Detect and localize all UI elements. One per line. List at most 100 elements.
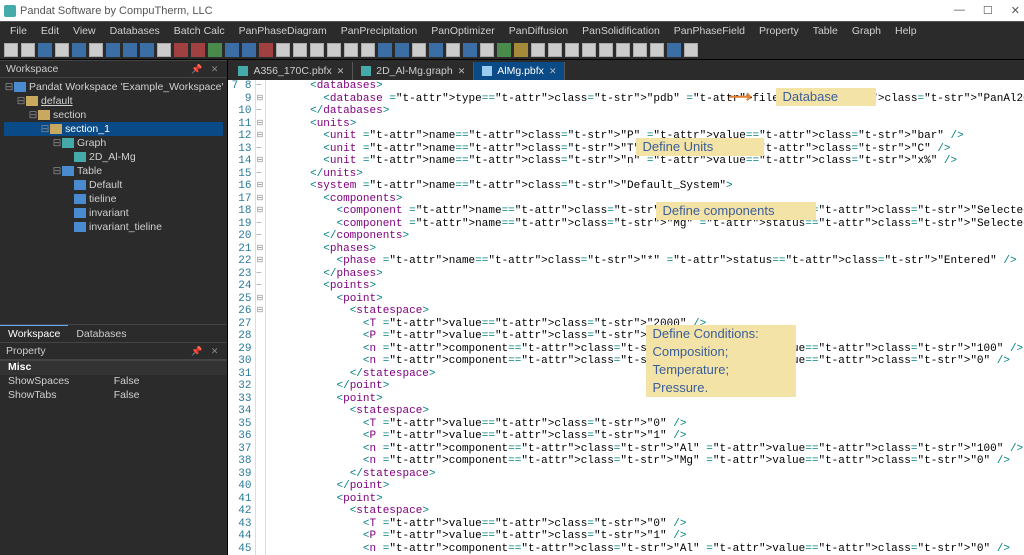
menu-panphasediagram[interactable]: PanPhaseDiagram xyxy=(233,23,333,39)
tree-graph-2dalMg[interactable]: 2D_Al-Mg xyxy=(89,151,136,163)
tree-table-invariant[interactable]: invariant xyxy=(89,207,129,219)
toolbar-button[interactable] xyxy=(633,43,647,57)
tree-table-invtieline[interactable]: invariant_tieline xyxy=(89,221,162,233)
tab-close-icon[interactable]: ✕ xyxy=(458,66,466,77)
toolbar-button[interactable] xyxy=(55,43,69,57)
minimize-button[interactable]: — xyxy=(954,4,965,17)
menu-property[interactable]: Property xyxy=(753,23,805,39)
toolbar-button[interactable] xyxy=(327,43,341,57)
panel-pin-icon[interactable]: 📌 ✕ xyxy=(191,64,221,75)
file-icon xyxy=(361,66,371,76)
panel-pin-icon[interactable]: 📌 ✕ xyxy=(191,346,221,357)
menu-pandiffusion[interactable]: PanDiffusion xyxy=(503,23,574,39)
menu-panprecipitation[interactable]: PanPrecipitation xyxy=(335,23,423,39)
menu-graph[interactable]: Graph xyxy=(846,23,887,39)
editor-tab[interactable]: A356_170C.pbfx✕ xyxy=(230,62,353,80)
prop-value[interactable]: False xyxy=(114,389,228,403)
tree-graph[interactable]: Graph xyxy=(77,137,106,149)
editor-tab[interactable]: 2D_Al-Mg.graph ✕ xyxy=(353,62,474,80)
editor-tab-active[interactable]: AlMg.pbfx✕ xyxy=(474,62,565,80)
tree-root[interactable]: Pandat Workspace 'Example_Workspace' xyxy=(29,81,223,93)
close-button[interactable]: ✕ xyxy=(1011,4,1020,17)
toolbar xyxy=(0,40,1024,60)
toolbar-button[interactable] xyxy=(514,43,528,57)
menu-view[interactable]: View xyxy=(67,23,102,39)
tree-table[interactable]: Table xyxy=(77,165,102,177)
toolbar-button[interactable] xyxy=(72,43,86,57)
toolbar-button[interactable] xyxy=(293,43,307,57)
editor-tab-bar: A356_170C.pbfx✕ 2D_Al-Mg.graph ✕ AlMg.pbf… xyxy=(228,60,1024,80)
tab-workspace[interactable]: Workspace xyxy=(0,325,68,342)
toolbar-button[interactable] xyxy=(548,43,562,57)
tree-default[interactable]: default xyxy=(41,95,73,107)
toolbar-button[interactable] xyxy=(565,43,579,57)
toolbar-button[interactable] xyxy=(38,43,52,57)
menu-help[interactable]: Help xyxy=(889,23,923,39)
toolbar-button[interactable] xyxy=(446,43,460,57)
toolbar-button[interactable] xyxy=(4,43,18,57)
menu-panphasefield[interactable]: PanPhaseField xyxy=(668,23,751,39)
toolbar-button[interactable] xyxy=(174,43,188,57)
menu-batchcalc[interactable]: Batch Calc xyxy=(168,23,231,39)
toolbar-button[interactable] xyxy=(276,43,290,57)
props-category: Misc xyxy=(0,361,114,375)
tree-table-default[interactable]: Default xyxy=(89,179,122,191)
annotation-conditions: Define Conditions: Composition; Temperat… xyxy=(646,325,796,397)
toolbar-button[interactable] xyxy=(395,43,409,57)
toolbar-button[interactable] xyxy=(361,43,375,57)
code-content[interactable]: <databases> <database ="t-attr">type=="t… xyxy=(266,80,1024,555)
toolbar-button[interactable] xyxy=(259,43,273,57)
toolbar-button[interactable] xyxy=(599,43,613,57)
prop-value[interactable]: False xyxy=(114,375,228,389)
toolbar-button[interactable] xyxy=(582,43,596,57)
toolbar-button[interactable] xyxy=(684,43,698,57)
menu-panoptimizer[interactable]: PanOptimizer xyxy=(425,23,501,39)
toolbar-button[interactable] xyxy=(650,43,664,57)
left-bottom-tabs: Workspace Databases xyxy=(0,324,227,342)
toolbar-button[interactable] xyxy=(242,43,256,57)
toolbar-button[interactable] xyxy=(106,43,120,57)
toolbar-button[interactable] xyxy=(191,43,205,57)
toolbar-button[interactable] xyxy=(378,43,392,57)
toolbar-button[interactable] xyxy=(140,43,154,57)
prop-key: ShowSpaces xyxy=(0,375,114,389)
toolbar-button[interactable] xyxy=(157,43,171,57)
property-grid[interactable]: Misc ShowSpacesFalse ShowTabsFalse xyxy=(0,360,227,555)
tree-section[interactable]: section xyxy=(53,109,86,121)
toolbar-button[interactable] xyxy=(412,43,426,57)
toolbar-button[interactable] xyxy=(480,43,494,57)
tab-label: 2D_Al-Mg.graph xyxy=(376,65,452,77)
toolbar-button[interactable] xyxy=(497,43,511,57)
tab-close-icon[interactable]: ✕ xyxy=(337,66,345,77)
toolbar-button[interactable] xyxy=(89,43,103,57)
menu-databases[interactable]: Databases xyxy=(104,23,166,39)
toolbar-button[interactable] xyxy=(21,43,35,57)
tree-table-tieline[interactable]: tieline xyxy=(89,193,116,205)
table-folder-icon xyxy=(62,166,74,176)
menu-pansolidification[interactable]: PanSolidification xyxy=(576,23,666,39)
line-number-gutter: 7 8 9 10 11 12 13 14 15 16 17 18 19 20 2… xyxy=(228,80,256,555)
toolbar-button[interactable] xyxy=(531,43,545,57)
annotation-units: Define Units xyxy=(636,138,764,156)
toolbar-button[interactable] xyxy=(225,43,239,57)
tab-databases[interactable]: Databases xyxy=(68,326,134,342)
toolbar-button[interactable] xyxy=(344,43,358,57)
menu-table[interactable]: Table xyxy=(807,23,844,39)
toolbar-button[interactable] xyxy=(429,43,443,57)
toolbar-button[interactable] xyxy=(310,43,324,57)
menu-file[interactable]: File xyxy=(4,23,33,39)
toolbar-button[interactable] xyxy=(667,43,681,57)
menu-edit[interactable]: Edit xyxy=(35,23,65,39)
tree-section1[interactable]: section_1 xyxy=(65,123,110,135)
graph-folder-icon xyxy=(62,138,74,148)
fold-gutter[interactable]: ─ ⊟ ─ ⊟ ⊟ ─ ⊟ ─ ⊟ ⊟ ⊟ ─ ─ ⊟ ⊟ ─ ─ ⊟ ⊟ xyxy=(256,80,266,555)
maximize-button[interactable]: ☐ xyxy=(983,4,993,17)
toolbar-button[interactable] xyxy=(208,43,222,57)
tab-close-icon[interactable]: ✕ xyxy=(549,66,557,77)
code-editor[interactable]: 7 8 9 10 11 12 13 14 15 16 17 18 19 20 2… xyxy=(228,80,1024,555)
toolbar-button[interactable] xyxy=(463,43,477,57)
toolbar-button[interactable] xyxy=(616,43,630,57)
graph-icon xyxy=(74,152,86,162)
workspace-tree[interactable]: ⊟Pandat Workspace 'Example_Workspace' ⊟d… xyxy=(0,78,227,324)
toolbar-button[interactable] xyxy=(123,43,137,57)
